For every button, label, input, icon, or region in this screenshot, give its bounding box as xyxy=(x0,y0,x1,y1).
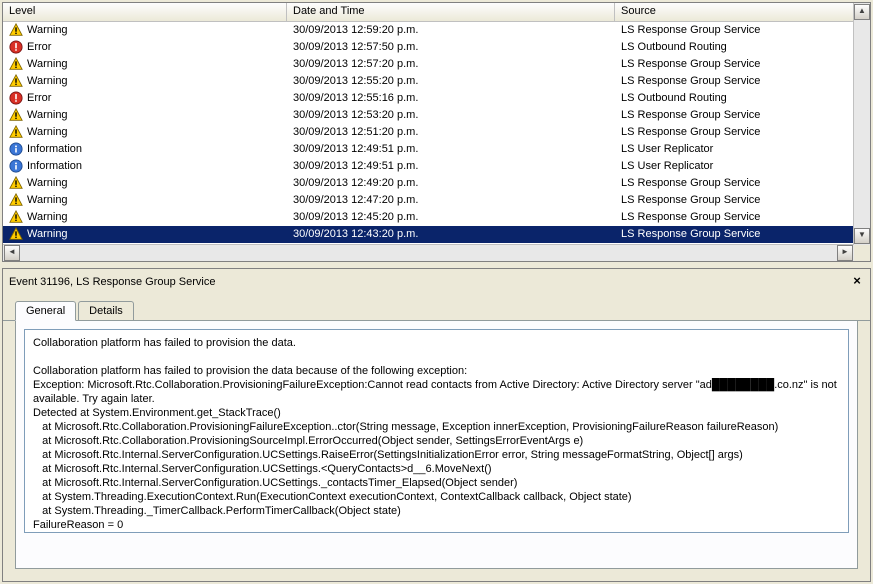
info-icon xyxy=(9,158,27,175)
scroll-right-arrow-icon[interactable]: ► xyxy=(837,245,853,261)
cell-source: LS Response Group Service xyxy=(615,175,856,192)
horizontal-scrollbar[interactable]: ◄ ► xyxy=(3,244,854,261)
level-text: Error xyxy=(27,90,51,107)
cell-source: LS User Replicator xyxy=(615,141,856,158)
column-header-date[interactable]: Date and Time xyxy=(287,3,615,21)
cell-source: LS Response Group Service xyxy=(615,124,856,141)
cell-date: 30/09/2013 12:45:20 p.m. xyxy=(287,209,615,226)
cell-date: 30/09/2013 12:47:20 p.m. xyxy=(287,192,615,209)
cell-date: 30/09/2013 12:57:20 p.m. xyxy=(287,56,615,73)
warning-icon xyxy=(9,226,27,243)
cell-source: LS Response Group Service xyxy=(615,22,856,39)
warning-icon xyxy=(9,22,27,39)
table-row[interactable]: Information 30/09/2013 12:49:51 p.m.LS Us… xyxy=(3,141,870,158)
event-detail-panel: Event 31196, LS Response Group Service ×… xyxy=(2,268,871,582)
cell-level: Information xyxy=(3,141,287,158)
table-row[interactable]: Warning 30/09/2013 12:47:20 p.m.LS Respon… xyxy=(3,192,870,209)
cell-date: 30/09/2013 12:59:20 p.m. xyxy=(287,22,615,39)
warning-icon xyxy=(9,192,27,209)
level-text: Information xyxy=(27,141,82,158)
scroll-up-arrow-icon[interactable]: ▲ xyxy=(854,4,870,20)
scroll-down-arrow-icon[interactable]: ▼ xyxy=(854,228,870,244)
warning-icon xyxy=(9,124,27,141)
level-text: Warning xyxy=(27,22,68,39)
level-text: Warning xyxy=(27,192,68,209)
cell-source: LS Outbound Routing xyxy=(615,90,856,107)
column-header-row: Level Date and Time Source xyxy=(3,3,870,22)
warning-icon xyxy=(9,107,27,124)
level-text: Error xyxy=(27,39,51,56)
cell-date: 30/09/2013 12:53:20 p.m. xyxy=(287,107,615,124)
level-text: Warning xyxy=(27,124,68,141)
cell-source: LS Response Group Service xyxy=(615,56,856,73)
cell-level: Information xyxy=(3,158,287,175)
cell-level: Warning xyxy=(3,107,287,124)
cell-level: Warning xyxy=(3,73,287,90)
cell-source: LS Response Group Service xyxy=(615,209,856,226)
column-header-level[interactable]: Level xyxy=(3,3,287,21)
cell-date: 30/09/2013 12:49:51 p.m. xyxy=(287,158,615,175)
info-icon xyxy=(9,141,27,158)
event-rows: Warning30/09/2013 12:59:20 p.m.LS Respon… xyxy=(3,22,870,261)
vertical-scrollbar[interactable]: ▲ ▼ xyxy=(853,3,870,245)
warning-icon xyxy=(9,209,27,226)
table-row[interactable]: Warning 30/09/2013 12:53:20 p.m.LS Respon… xyxy=(3,107,870,124)
warning-icon xyxy=(9,56,27,73)
tab-page-general: Collaboration platform has failed to pro… xyxy=(15,321,858,569)
cell-level: Error xyxy=(3,90,287,107)
cell-source: LS Response Group Service xyxy=(615,73,856,90)
cell-date: 30/09/2013 12:49:20 p.m. xyxy=(287,175,615,192)
cell-date: 30/09/2013 12:51:20 p.m. xyxy=(287,124,615,141)
level-text: Warning xyxy=(27,107,68,124)
cell-date: 30/09/2013 12:55:16 p.m. xyxy=(287,90,615,107)
warning-icon xyxy=(9,175,27,192)
tab-details[interactable]: Details xyxy=(78,301,134,320)
cell-source: LS Response Group Service xyxy=(615,226,856,243)
level-text: Warning xyxy=(27,175,68,192)
cell-level: Warning xyxy=(3,226,287,243)
scroll-left-arrow-icon[interactable]: ◄ xyxy=(4,245,20,261)
cell-date: 30/09/2013 12:43:20 p.m. xyxy=(287,226,615,243)
cell-level: Warning xyxy=(3,56,287,73)
level-text: Warning xyxy=(27,209,68,226)
table-row[interactable]: Error 30/09/2013 12:55:16 p.m.LS Outbound… xyxy=(3,90,870,107)
level-text: Warning xyxy=(27,73,68,90)
cell-date: 30/09/2013 12:57:50 p.m. xyxy=(287,39,615,56)
level-text: Information xyxy=(27,158,82,175)
cell-date: 30/09/2013 12:49:51 p.m. xyxy=(287,141,615,158)
cell-date: 30/09/2013 12:55:20 p.m. xyxy=(287,73,615,90)
column-header-source[interactable]: Source xyxy=(615,3,856,21)
table-row[interactable]: Warning 30/09/2013 12:51:20 p.m.LS Respon… xyxy=(3,124,870,141)
detail-tabs: General Details xyxy=(3,295,870,321)
cell-source: LS Response Group Service xyxy=(615,192,856,209)
cell-source: LS Outbound Routing xyxy=(615,39,856,56)
table-row[interactable]: Error 30/09/2013 12:57:50 p.m.LS Outbound… xyxy=(3,39,870,56)
scroll-corner xyxy=(854,245,870,261)
event-description-text[interactable]: Collaboration platform has failed to pro… xyxy=(24,329,849,533)
cell-level: Warning xyxy=(3,124,287,141)
warning-icon xyxy=(9,73,27,90)
cell-level: Error xyxy=(3,39,287,56)
cell-source: LS User Replicator xyxy=(615,158,856,175)
detail-title: Event 31196, LS Response Group Service xyxy=(9,276,850,288)
close-icon[interactable]: × xyxy=(850,275,864,289)
table-row[interactable]: Warning 30/09/2013 12:43:20 p.m.LS Respon… xyxy=(3,226,870,243)
table-row[interactable]: Warning 30/09/2013 12:49:20 p.m.LS Respon… xyxy=(3,175,870,192)
level-text: Warning xyxy=(27,56,68,73)
error-icon xyxy=(9,90,27,107)
cell-level: Warning xyxy=(3,22,287,39)
table-row[interactable]: Warning 30/09/2013 12:45:20 p.m.LS Respon… xyxy=(3,209,870,226)
table-row[interactable]: Information 30/09/2013 12:49:51 p.m.LS Us… xyxy=(3,158,870,175)
event-list-panel: Level Date and Time Source Warning 30/09/… xyxy=(2,2,871,262)
table-row[interactable]: Warning 30/09/2013 12:59:20 p.m.LS Respon… xyxy=(3,22,870,39)
tab-general[interactable]: General xyxy=(15,301,76,321)
table-row[interactable]: Warning 30/09/2013 12:55:20 p.m.LS Respon… xyxy=(3,73,870,90)
cell-level: Warning xyxy=(3,209,287,226)
cell-level: Warning xyxy=(3,175,287,192)
cell-level: Warning xyxy=(3,192,287,209)
table-row[interactable]: Warning 30/09/2013 12:57:20 p.m.LS Respon… xyxy=(3,56,870,73)
error-icon xyxy=(9,39,27,56)
level-text: Warning xyxy=(27,226,68,243)
cell-source: LS Response Group Service xyxy=(615,107,856,124)
